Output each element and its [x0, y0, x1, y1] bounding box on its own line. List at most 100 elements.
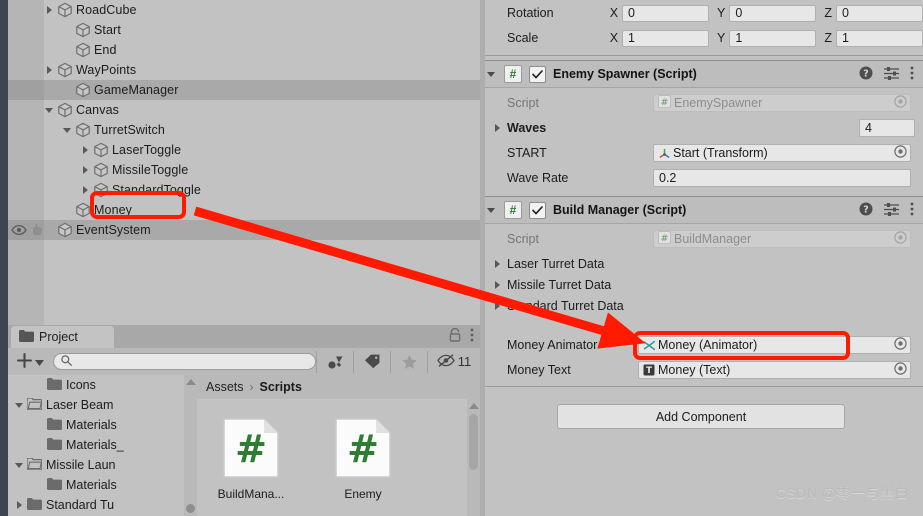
create-asset-button[interactable]: [16, 352, 44, 372]
chevron-right-icon[interactable]: [80, 160, 93, 180]
unity-editor-window: RoadCube Start End WayPoints GameManager Canv…: [0, 0, 923, 516]
project-tab-bar: Project: [8, 325, 480, 348]
project-folder-item[interactable]: Icons: [34, 375, 96, 395]
add-component-button[interactable]: Add Component: [557, 404, 845, 429]
project-folder-label: Materials: [66, 478, 117, 492]
object-picker-icon[interactable]: [894, 231, 907, 247]
component-header-enemy-spawner[interactable]: # Enemy Spawner (Script) ?: [485, 60, 923, 88]
row-label: Scale: [507, 31, 539, 45]
project-folder-tree[interactable]: Icons Laser Beam Materials Materials_ Missil…: [8, 375, 184, 516]
search-icon: [61, 354, 72, 369]
favorite-star-icon[interactable]: [390, 350, 427, 373]
start-object-field[interactable]: Start (Transform): [653, 144, 911, 162]
row-label: START: [507, 146, 547, 160]
hierarchy-item-lasertoggle[interactable]: LaserToggle: [44, 140, 480, 160]
hierarchy-item-gamemanager[interactable]: GameManager: [44, 80, 480, 100]
chevron-down-icon[interactable]: [44, 100, 57, 120]
kebab-menu-icon[interactable]: [470, 328, 474, 345]
transform-icon: [658, 147, 671, 160]
project-folder-item[interactable]: Materials_: [34, 435, 124, 455]
project-folder-item[interactable]: Missile Laun: [14, 455, 115, 475]
project-tree-scrollbar[interactable]: [184, 375, 197, 516]
folder-icon: [47, 438, 62, 452]
help-icon[interactable]: ?: [859, 66, 873, 83]
wave-rate-field[interactable]: 0.2: [653, 169, 911, 187]
project-folder-item[interactable]: Laser Beam: [14, 395, 113, 415]
hierarchy-item-canvas[interactable]: Canvas: [44, 100, 480, 120]
chevron-down-icon[interactable]: [485, 62, 498, 86]
rotation-y-field[interactable]: 0: [729, 4, 817, 22]
hierarchy-item-end[interactable]: End: [44, 40, 480, 60]
axis-label-x: X: [609, 31, 619, 45]
project-folder-label: Icons: [66, 378, 96, 392]
row-label: Missile Turret Data: [507, 278, 612, 292]
scroll-thumb[interactable]: [469, 414, 478, 470]
asset-grid[interactable]: # BuildMana... # Enemy: [197, 399, 467, 516]
object-picker-icon[interactable]: [894, 95, 907, 111]
lock-icon[interactable]: [449, 327, 461, 345]
chevron-right-icon[interactable]: [44, 0, 57, 20]
kebab-menu-icon[interactable]: [910, 66, 914, 83]
scale-z-field[interactable]: 1: [836, 29, 923, 47]
project-left-edge: [0, 325, 8, 516]
label-filter-icon[interactable]: [353, 350, 390, 373]
scroll-up-arrow[interactable]: [185, 379, 196, 385]
hidden-assets-toggle[interactable]: 11: [427, 350, 480, 373]
hierarchy-item-label: TurretSwitch: [94, 123, 165, 137]
chevron-right-icon[interactable]: [491, 116, 504, 140]
scroll-thumb[interactable]: [186, 504, 195, 513]
scale-y-field[interactable]: 1: [729, 29, 817, 47]
object-picker-icon[interactable]: [894, 362, 907, 378]
hierarchy-item-turretswitch[interactable]: TurretSwitch: [44, 120, 480, 140]
window-left-edge: [0, 0, 8, 325]
rotation-x-field[interactable]: 0: [622, 4, 710, 22]
component-enabled-checkbox[interactable]: [529, 201, 546, 219]
folder-icon: [47, 418, 62, 432]
asset-filter-icon[interactable]: [316, 350, 353, 373]
chevron-down-icon[interactable]: [62, 120, 75, 140]
project-folder-item[interactable]: Materials: [34, 475, 117, 495]
project-folder-item[interactable]: Materials: [34, 415, 117, 435]
chevron-right-icon[interactable]: [44, 60, 57, 80]
preset-icon[interactable]: [884, 202, 899, 219]
object-picker-icon[interactable]: [894, 145, 907, 161]
preset-icon[interactable]: [884, 66, 899, 83]
waves-size-field[interactable]: 4: [859, 119, 915, 137]
hierarchy-item-start[interactable]: Start: [44, 20, 480, 40]
field-row-standard-turret-data[interactable]: Standard Turret Data: [485, 294, 923, 318]
hierarchy-item-roadcube[interactable]: RoadCube: [44, 0, 480, 20]
search-input[interactable]: [53, 353, 316, 370]
component-enabled-checkbox[interactable]: [529, 65, 546, 83]
scroll-up-arrow[interactable]: [468, 403, 479, 409]
money-hierarchy-highlight: [90, 191, 186, 219]
visibility-eye-icon[interactable]: [11, 224, 27, 239]
project-folder-item[interactable]: Standard Tu: [14, 495, 114, 515]
rotation-z-field[interactable]: 0: [836, 4, 923, 22]
hierarchy-item-missiletoggle[interactable]: MissileToggle: [44, 160, 480, 180]
kebab-menu-icon[interactable]: [910, 202, 914, 219]
field-row-script: Script # EnemySpawner: [485, 91, 923, 115]
money-text-object-field[interactable]: T Money (Text): [638, 361, 911, 379]
hierarchy-item-waypoints[interactable]: WayPoints: [44, 60, 480, 80]
asset-grid-scrollbar[interactable]: [467, 399, 480, 516]
scale-x-field[interactable]: 1: [622, 29, 710, 47]
axis-label-x: X: [609, 6, 619, 20]
picking-hand-icon[interactable]: [30, 224, 44, 239]
chevron-right-icon[interactable]: [14, 495, 27, 515]
object-picker-icon[interactable]: [894, 337, 907, 353]
hierarchy-item-eventsystem[interactable]: EventSystem: [44, 220, 480, 240]
breadcrumb-root[interactable]: Assets: [206, 380, 244, 394]
help-icon[interactable]: ?: [859, 202, 873, 219]
tab-project[interactable]: Project: [11, 326, 114, 348]
component-header-build-manager[interactable]: # Build Manager (Script) ?: [485, 196, 923, 224]
chevron-down-icon[interactable]: [14, 395, 27, 415]
asset-item[interactable]: # Enemy: [325, 413, 401, 516]
chevron-right-icon[interactable]: [491, 294, 504, 318]
chevron-down-icon[interactable]: [485, 198, 498, 222]
asset-item[interactable]: # BuildMana...: [213, 413, 289, 516]
gameobject-cube-icon: [75, 42, 91, 58]
chevron-down-icon[interactable]: [14, 455, 27, 475]
breadcrumb-current[interactable]: Scripts: [260, 380, 302, 394]
chevron-right-icon[interactable]: [80, 140, 93, 160]
